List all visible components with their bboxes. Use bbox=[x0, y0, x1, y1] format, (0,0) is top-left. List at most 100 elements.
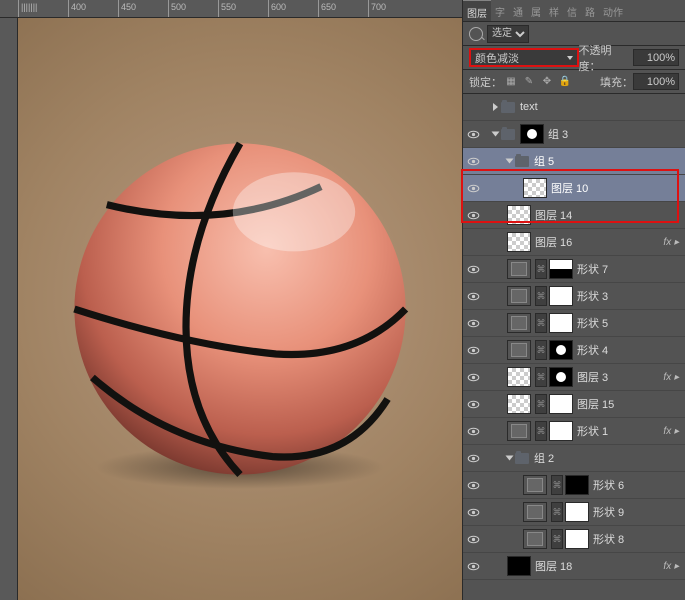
layer-row[interactable]: ⌘ 形状 5 bbox=[463, 310, 685, 337]
fx-badge[interactable]: fx ▸ bbox=[663, 426, 679, 437]
disclosure-triangle-icon[interactable] bbox=[492, 132, 500, 137]
layer-row[interactable]: ⌘ 形状 9 bbox=[463, 499, 685, 526]
layer-mask-thumb[interactable] bbox=[565, 529, 589, 549]
fx-badge[interactable]: fx ▸ bbox=[663, 237, 679, 248]
layer-name[interactable]: 形状 5 bbox=[577, 315, 608, 331]
layer-mask-thumb[interactable] bbox=[565, 475, 589, 495]
link-icon[interactable]: ⌘ bbox=[535, 313, 547, 333]
visibility-toggle[interactable] bbox=[463, 155, 483, 168]
layer-mask-thumb[interactable] bbox=[549, 340, 573, 360]
layer-row[interactable]: ⌘形状 8 bbox=[463, 526, 685, 553]
layer-mask-thumb[interactable] bbox=[565, 502, 589, 522]
layer-name[interactable]: 形状 9 bbox=[593, 504, 624, 520]
layer-thumb[interactable] bbox=[507, 421, 531, 441]
layer-row[interactable]: ⌘ 形状 4 bbox=[463, 337, 685, 364]
disclosure-triangle-icon[interactable] bbox=[506, 456, 514, 461]
layer-name[interactable]: 图层 16 bbox=[535, 234, 572, 250]
layer-mask-thumb[interactable] bbox=[520, 124, 544, 144]
layer-row[interactable]: ⌘ 形状 3 bbox=[463, 283, 685, 310]
layer-name[interactable]: 图层 3 bbox=[577, 369, 608, 385]
layer-name[interactable]: 图层 18 bbox=[535, 558, 572, 574]
layer-row[interactable]: ⌘ 图层 3 fx ▸ bbox=[463, 364, 685, 391]
link-icon[interactable]: ⌘ bbox=[535, 421, 547, 441]
layer-name[interactable]: 图层 10 bbox=[551, 180, 588, 196]
lock-all-icon[interactable]: 🔒 bbox=[557, 74, 573, 90]
layer-name[interactable]: 形状 1 bbox=[577, 423, 608, 439]
layer-mask-thumb[interactable] bbox=[549, 421, 573, 441]
layer-name[interactable]: 组 3 bbox=[548, 126, 568, 142]
fill-input[interactable]: 100% bbox=[633, 73, 679, 90]
visibility-toggle[interactable] bbox=[463, 128, 483, 141]
layer-mask-thumb[interactable] bbox=[549, 259, 573, 279]
layer-thumb[interactable] bbox=[507, 367, 531, 387]
layer-name[interactable]: 组 2 bbox=[534, 450, 554, 466]
layer-thumb[interactable] bbox=[523, 178, 547, 198]
visibility-toggle[interactable] bbox=[463, 506, 483, 519]
visibility-toggle[interactable] bbox=[463, 209, 483, 222]
visibility-toggle[interactable] bbox=[463, 479, 483, 492]
link-icon[interactable]: ⌘ bbox=[535, 340, 547, 360]
lock-brush-icon[interactable]: ✎ bbox=[521, 74, 537, 90]
tab-styles[interactable]: 样 bbox=[545, 0, 563, 21]
link-icon[interactable]: ⌘ bbox=[551, 475, 563, 495]
layer-row[interactable]: 图层 10 bbox=[463, 175, 685, 202]
link-icon[interactable]: ⌘ bbox=[535, 286, 547, 306]
layer-name[interactable]: 形状 3 bbox=[577, 288, 608, 304]
layer-thumb[interactable] bbox=[507, 394, 531, 414]
visibility-toggle[interactable] bbox=[463, 344, 483, 357]
layer-row[interactable]: 图层 18 fx ▸ bbox=[463, 553, 685, 580]
layer-name[interactable]: 图层 15 bbox=[577, 396, 614, 412]
layer-name[interactable]: 形状 4 bbox=[577, 342, 608, 358]
tab-adjustments[interactable]: 属 bbox=[527, 0, 545, 21]
visibility-toggle[interactable] bbox=[463, 317, 483, 330]
tab-character[interactable]: 字 bbox=[491, 0, 509, 21]
link-icon[interactable]: ⌘ bbox=[535, 259, 547, 279]
layers-list[interactable]: text组 3组 5图层 10图层 14图层 16fx ▸⌘形状 7⌘形状 3⌘… bbox=[463, 94, 685, 600]
fx-badge[interactable]: fx ▸ bbox=[663, 372, 679, 383]
link-icon[interactable]: ⌘ bbox=[535, 394, 547, 414]
layer-thumb[interactable] bbox=[507, 259, 531, 279]
layer-row[interactable]: 图层 14 bbox=[463, 202, 685, 229]
tab-paragraph[interactable]: 通 bbox=[509, 0, 527, 21]
visibility-toggle[interactable] bbox=[463, 290, 483, 303]
layer-row[interactable]: text bbox=[463, 94, 685, 121]
layer-thumb[interactable] bbox=[507, 556, 531, 576]
layer-row[interactable]: ⌘ 图层 15 bbox=[463, 391, 685, 418]
layer-row[interactable]: 组 3 bbox=[463, 121, 685, 148]
layer-row[interactable]: ⌘ 形状 7 bbox=[463, 256, 685, 283]
link-icon[interactable]: ⌘ bbox=[535, 367, 547, 387]
canvas[interactable] bbox=[18, 18, 462, 600]
tab-layers[interactable]: 图层 bbox=[463, 0, 491, 21]
layer-mask-thumb[interactable] bbox=[549, 313, 573, 333]
visibility-toggle[interactable] bbox=[463, 425, 483, 438]
layer-row[interactable]: 图层 16 fx ▸ bbox=[463, 229, 685, 256]
layer-name[interactable]: 形状 8 bbox=[593, 531, 624, 547]
fx-badge[interactable]: fx ▸ bbox=[663, 561, 679, 572]
visibility-toggle[interactable] bbox=[463, 560, 483, 573]
disclosure-triangle-icon[interactable] bbox=[506, 159, 514, 164]
layer-mask-thumb[interactable] bbox=[549, 367, 573, 387]
layer-thumb[interactable] bbox=[507, 205, 531, 225]
blend-mode-select[interactable]: 颜色减淡 bbox=[469, 48, 579, 67]
opacity-input[interactable]: 100% bbox=[633, 49, 679, 66]
tab-info[interactable]: 信 bbox=[563, 0, 581, 21]
layer-name[interactable]: 形状 6 bbox=[593, 477, 624, 493]
layer-thumb[interactable] bbox=[523, 475, 547, 495]
visibility-toggle[interactable] bbox=[463, 398, 483, 411]
visibility-toggle[interactable] bbox=[463, 371, 483, 384]
layer-thumb[interactable] bbox=[507, 313, 531, 333]
layer-name[interactable]: text bbox=[520, 101, 538, 113]
visibility-toggle[interactable] bbox=[463, 182, 483, 195]
layer-thumb[interactable] bbox=[507, 232, 531, 252]
filter-select[interactable]: 选定 bbox=[487, 25, 529, 43]
visibility-toggle[interactable] bbox=[463, 533, 483, 546]
layer-name[interactable]: 组 5 bbox=[534, 153, 554, 169]
layer-row[interactable]: ⌘ 形状 6 bbox=[463, 472, 685, 499]
layer-name[interactable]: 形状 7 bbox=[577, 261, 608, 277]
layer-mask-thumb[interactable] bbox=[549, 394, 573, 414]
visibility-toggle[interactable] bbox=[463, 452, 483, 465]
layer-row[interactable]: 组 5 bbox=[463, 148, 685, 175]
layer-row[interactable]: 组 2 bbox=[463, 445, 685, 472]
layer-row[interactable]: ⌘ 形状 1 fx ▸ bbox=[463, 418, 685, 445]
link-icon[interactable]: ⌘ bbox=[551, 502, 563, 522]
